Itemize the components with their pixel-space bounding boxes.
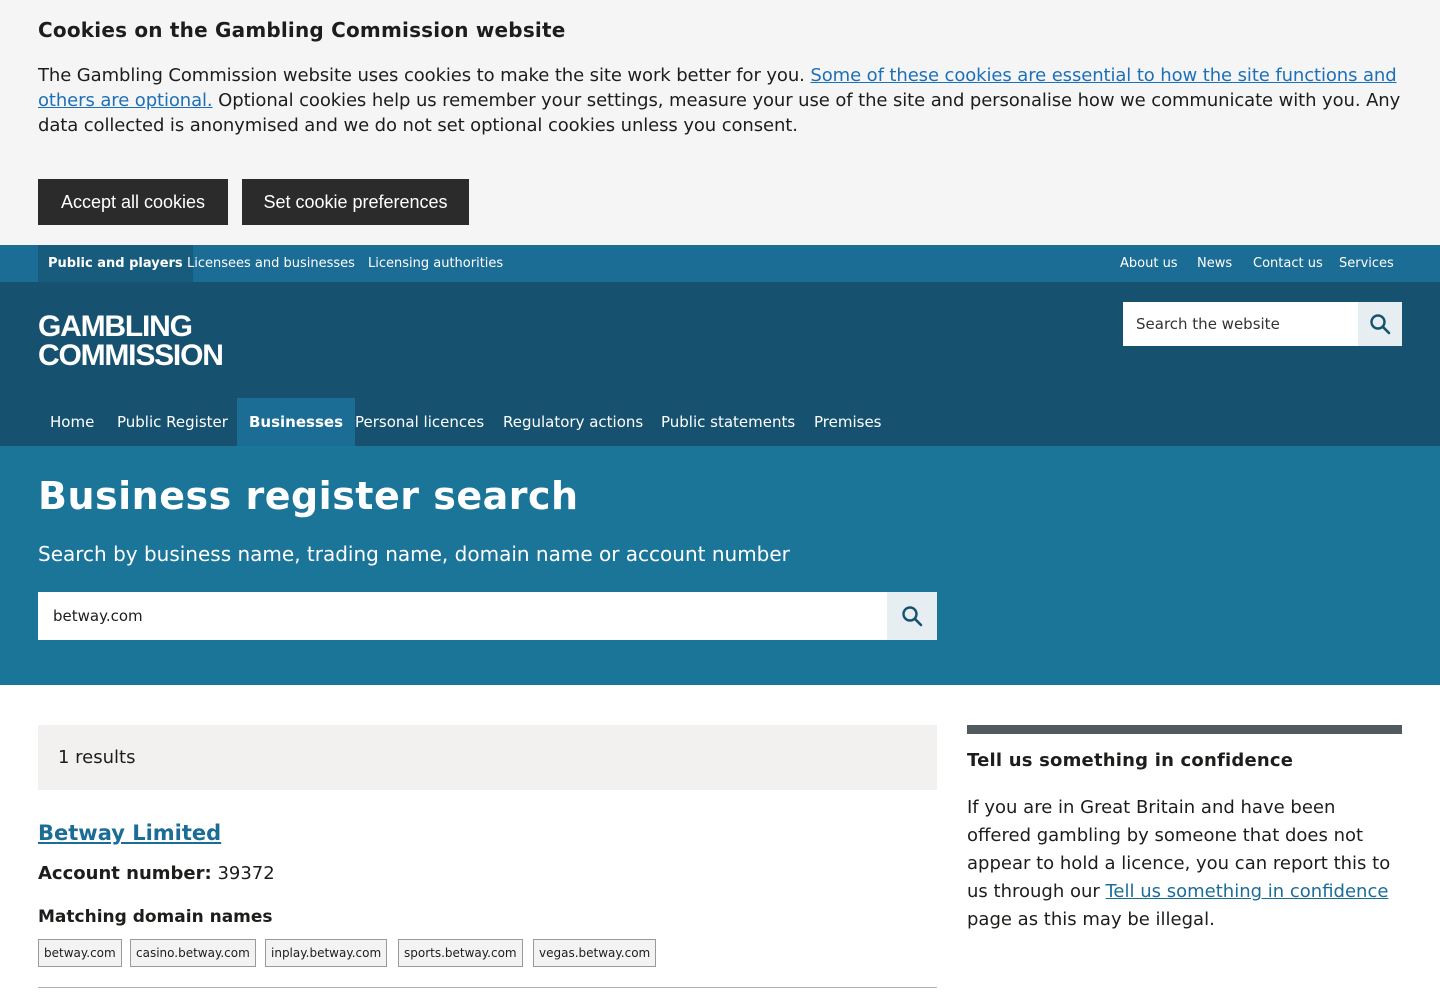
nav-public-register[interactable]: Public Register — [105, 398, 240, 446]
audience-nav-licensees[interactable]: Licensees and businesses — [187, 245, 355, 282]
domain-tag: casino.betway.com — [130, 939, 256, 967]
account-number-row: Account number: 39372 — [38, 863, 275, 884]
nav-home[interactable]: Home — [38, 398, 106, 446]
results-count-box: 1 results — [38, 725, 937, 790]
nav-personal-licences[interactable]: Personal licences — [343, 398, 496, 446]
top-link-contact-us[interactable]: Contact us — [1253, 245, 1323, 282]
sidebar-accent-bar — [967, 725, 1402, 734]
search-icon — [902, 606, 923, 627]
audience-nav-public-and-players[interactable]: Public and players — [38, 245, 193, 282]
business-search: betway.com — [38, 592, 937, 640]
domain-tag: inplay.betway.com — [265, 939, 388, 967]
site-search-button[interactable] — [1358, 302, 1402, 346]
gambling-commission-logo[interactable]: GAMBLING COMMISSION — [38, 310, 224, 372]
audience-nav-licensing-authorities[interactable]: Licensing authorities — [368, 245, 503, 282]
page-subtitle: Search by business name, trading name, d… — [38, 542, 790, 566]
cookie-text-rest: Optional cookies help us remember your s… — [38, 90, 1401, 136]
cookie-banner-title: Cookies on the Gambling Commission websi… — [38, 18, 566, 42]
result-business-link[interactable]: Betway Limited — [38, 821, 221, 845]
account-number-value: 39372 — [217, 863, 275, 884]
cookie-banner-text: The Gambling Commission website uses coo… — [38, 63, 1408, 138]
cookie-banner: Cookies on the Gambling Commission websi… — [0, 0, 1440, 245]
set-cookie-preferences-button[interactable]: Set cookie preferences — [242, 179, 469, 225]
audience-nav: Public and players Licensees and busines… — [0, 245, 1440, 282]
top-link-news[interactable]: News — [1197, 245, 1232, 282]
site-search: Search the website — [1123, 302, 1402, 346]
cookie-text-intro: The Gambling Commission website uses coo… — [38, 65, 811, 86]
top-link-about-us[interactable]: About us — [1120, 245, 1178, 282]
nav-businesses[interactable]: Businesses — [237, 398, 355, 446]
nav-premises[interactable]: Premises — [802, 398, 894, 446]
account-number-label: Account number: — [38, 863, 212, 884]
page-title: Business register search — [38, 474, 579, 518]
site-search-input[interactable]: Search the website — [1136, 302, 1280, 346]
domain-tag: betway.com — [38, 939, 122, 967]
nav-regulatory-actions[interactable]: Regulatory actions — [491, 398, 655, 446]
sidebar-title: Tell us something in confidence — [967, 750, 1294, 771]
matching-domains-heading: Matching domain names — [38, 907, 273, 927]
domain-tag: vegas.betway.com — [533, 939, 657, 967]
search-icon — [1370, 314, 1391, 335]
nav-public-statements[interactable]: Public statements — [649, 398, 807, 446]
business-search-button[interactable] — [887, 592, 937, 640]
logo-line-1: GAMBLING — [38, 310, 193, 343]
accept-cookies-button[interactable]: Accept all cookies — [38, 179, 228, 225]
tell-us-link[interactable]: Tell us something in confidence — [1106, 881, 1389, 902]
search-hero: Business register search Search by busin… — [0, 446, 1440, 685]
business-search-input[interactable]: betway.com — [53, 592, 143, 640]
top-link-services[interactable]: Services — [1339, 245, 1394, 282]
result-divider — [38, 987, 937, 988]
site-header: GAMBLING COMMISSION Search the website H… — [0, 282, 1440, 446]
domain-tag: sports.betway.com — [398, 939, 523, 967]
sidebar-text: If you are in Great Britain and have bee… — [967, 794, 1397, 934]
results-count: 1 results — [58, 747, 136, 768]
sidebar-text-after: page as this may be illegal. — [967, 909, 1215, 930]
logo-line-2: COMMISSION — [38, 339, 224, 372]
